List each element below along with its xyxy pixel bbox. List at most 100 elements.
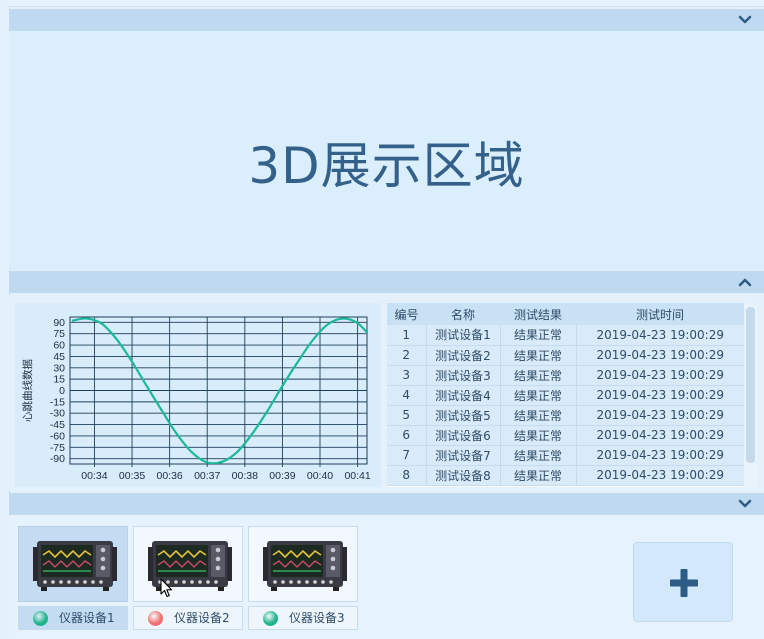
y-tick-label: 0 <box>59 385 65 397</box>
cell-name: 测试设备7 <box>425 445 500 466</box>
scope-port <box>329 580 333 584</box>
chevron-up-icon[interactable] <box>737 274 753 290</box>
cell-name: 测试设备6 <box>425 425 500 446</box>
add-device-button[interactable] <box>633 542 733 622</box>
y-tick-label: 30 <box>53 362 65 374</box>
cell-result: 结果正常 <box>499 465 576 486</box>
scope-handle-left <box>148 547 153 581</box>
y-tick-label: 75 <box>53 328 65 340</box>
scope-knob <box>215 547 221 553</box>
scope-port <box>83 580 87 584</box>
scope-port <box>281 580 285 584</box>
scope-foot <box>103 587 109 591</box>
y-tick-label: -75 <box>50 442 65 454</box>
x-tick-label: 00:35 <box>119 470 145 482</box>
table-scrollbar[interactable] <box>744 303 757 487</box>
cell-name: 测试设备2 <box>425 345 500 366</box>
scope-knob <box>215 565 221 571</box>
cell-id: 6 <box>387 425 426 446</box>
scope-foot <box>333 587 339 591</box>
scope-port <box>75 580 79 584</box>
scope-knob <box>215 556 221 562</box>
chart-svg: 9075604530150-15-30-45-60-75-90 00:34 00:3… <box>21 316 371 482</box>
panel-devices-header[interactable] <box>9 493 764 515</box>
scope-knob <box>330 565 336 571</box>
table-row[interactable]: 3 测试设备3 结果正常 2019-04-23 19:00:29 <box>387 365 744 386</box>
y-axis-label: 心跳曲线数据 <box>21 359 34 422</box>
panel-3d-header[interactable] <box>9 9 764 31</box>
panel-3d: 3D展示区域 <box>9 31 764 270</box>
cell-time: 2019-04-23 19:00:29 <box>575 465 744 486</box>
table-row[interactable]: 8 测试设备8 结果正常 2019-04-23 19:00:29 <box>387 465 744 486</box>
x-tick-label: 00:37 <box>194 470 220 482</box>
oscilloscope-icon <box>148 541 232 591</box>
y-tick-label: 60 <box>53 340 65 352</box>
x-tick-label: 00:40 <box>307 470 333 482</box>
chevron-down-icon[interactable] <box>737 12 753 28</box>
device-card-1[interactable]: 仪器设备1 <box>18 526 128 632</box>
cell-id: 1 <box>387 325 426 346</box>
x-tick-label: 00:38 <box>232 470 258 482</box>
device-card-2[interactable]: 仪器设备2 <box>133 526 243 632</box>
device-thumbnail[interactable] <box>133 526 243 602</box>
oscilloscope-icon <box>263 541 347 591</box>
scope-port <box>273 580 277 584</box>
table-row[interactable]: 6 测试设备6 结果正常 2019-04-23 19:00:29 <box>387 425 744 446</box>
y-tick-label: -60 <box>50 430 65 442</box>
y-tick-label: -90 <box>50 453 65 465</box>
scope-port <box>182 580 186 584</box>
cell-time: 2019-04-23 19:00:29 <box>575 425 744 446</box>
cell-time: 2019-04-23 19:00:29 <box>575 385 744 406</box>
cell-id: 2 <box>387 345 426 366</box>
column-header-id[interactable]: 编号 <box>387 303 426 325</box>
device-thumbnail[interactable] <box>18 526 128 602</box>
cell-time: 2019-04-23 19:00:29 <box>575 405 744 426</box>
column-header-time[interactable]: 测试时间 <box>576 303 744 325</box>
cell-id: 5 <box>387 405 426 426</box>
scope-port <box>91 580 95 584</box>
column-header-result[interactable]: 测试结果 <box>500 303 576 325</box>
device-thumbnail[interactable] <box>248 526 358 602</box>
scope-foot <box>41 587 47 591</box>
status-dot-icon <box>263 611 278 626</box>
table-row[interactable]: 1 测试设备1 结果正常 2019-04-23 19:00:29 <box>387 325 744 346</box>
cell-name: 测试设备5 <box>425 405 500 426</box>
table-row[interactable]: 4 测试设备4 结果正常 2019-04-23 19:00:29 <box>387 385 744 406</box>
cell-name: 测试设备4 <box>425 385 500 406</box>
column-header-name[interactable]: 名称 <box>426 303 500 325</box>
device-name: 仪器设备3 <box>289 611 345 625</box>
device-label[interactable]: 仪器设备1 <box>18 606 128 630</box>
y-tick-label: -15 <box>50 396 65 408</box>
scope-foot <box>271 587 277 591</box>
table-row[interactable]: 7 测试设备7 结果正常 2019-04-23 19:00:29 <box>387 445 744 466</box>
device-label[interactable]: 仪器设备3 <box>248 606 358 630</box>
scope-handle-left <box>263 547 268 581</box>
device-label[interactable]: 仪器设备2 <box>133 606 243 630</box>
scope-port <box>214 580 218 584</box>
table-header-row: 编号 名称 测试结果 测试时间 <box>387 303 744 325</box>
scope-foot <box>218 587 224 591</box>
scope-port <box>174 580 178 584</box>
table-scrollbar-thumb[interactable] <box>746 307 755 463</box>
scope-port <box>206 580 210 584</box>
scope-handle-right <box>227 547 232 581</box>
y-tick-label: -30 <box>50 408 65 420</box>
panel-data-header[interactable] <box>9 271 764 293</box>
cell-id: 4 <box>387 385 426 406</box>
scope-knob <box>100 556 106 562</box>
cell-result: 结果正常 <box>499 385 576 406</box>
table-row[interactable]: 2 测试设备2 结果正常 2019-04-23 19:00:29 <box>387 345 744 366</box>
cell-id: 7 <box>387 445 426 466</box>
scope-port <box>190 580 194 584</box>
cell-name: 测试设备1 <box>425 325 500 346</box>
device-card-3[interactable]: 仪器设备3 <box>248 526 358 632</box>
cell-result: 结果正常 <box>499 405 576 426</box>
x-tick-label: 00:41 <box>344 470 370 482</box>
chevron-down-icon[interactable] <box>737 496 753 512</box>
cell-result: 结果正常 <box>499 365 576 386</box>
table-row[interactable]: 5 测试设备5 结果正常 2019-04-23 19:00:29 <box>387 405 744 426</box>
scope-port <box>297 580 301 584</box>
scope-port <box>313 580 317 584</box>
cell-name: 测试设备3 <box>425 365 500 386</box>
cell-result: 结果正常 <box>499 445 576 466</box>
